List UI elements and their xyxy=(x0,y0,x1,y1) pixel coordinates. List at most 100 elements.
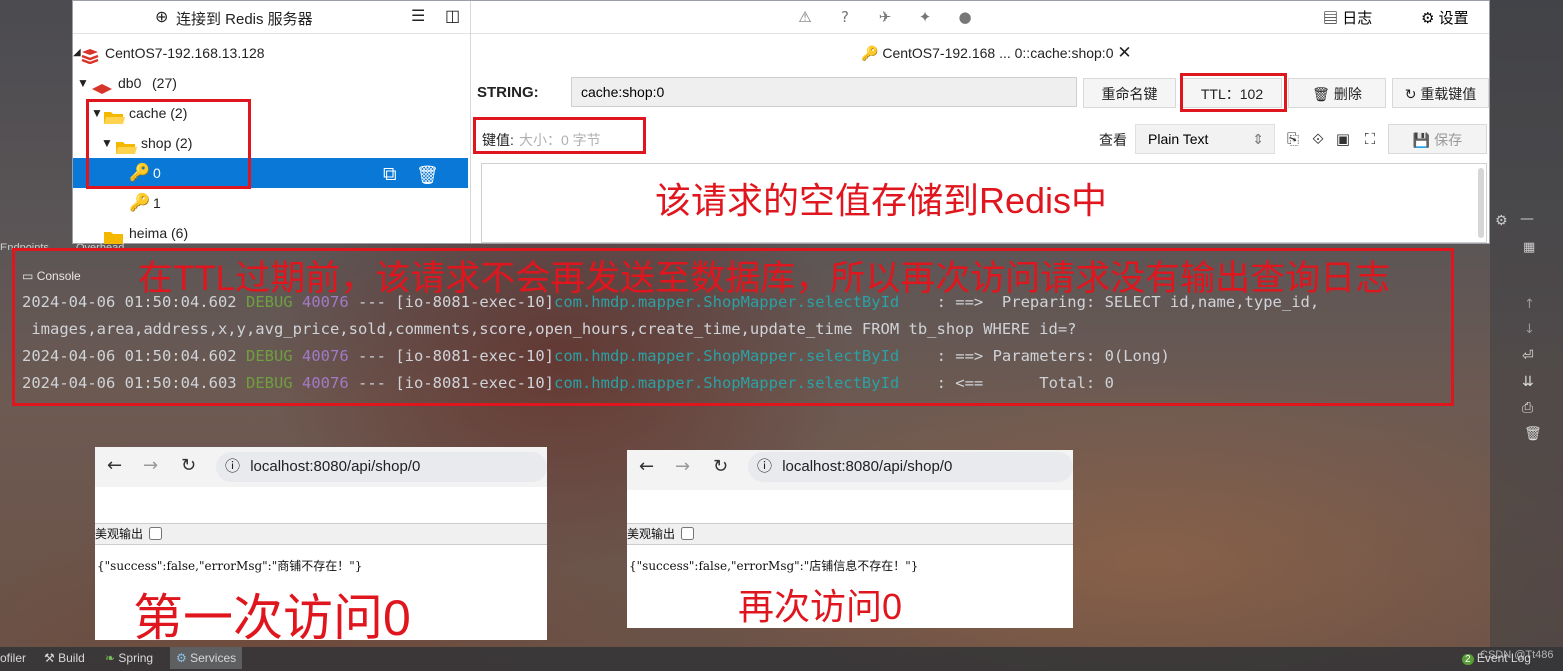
github-icon[interactable]: ● xyxy=(955,7,975,27)
delete-key-icon[interactable]: 🗑 xyxy=(416,160,439,190)
forward-arrow-icon[interactable]: → xyxy=(675,456,690,477)
annotation-redis-note: 该请求的空值存储到Redis中 xyxy=(655,180,1108,221)
key-label: 1 xyxy=(153,195,161,211)
annotation-second-visit: 再次访问0 xyxy=(738,586,903,627)
format-icon[interactable]: ⟐ xyxy=(1308,129,1328,149)
url-text: localhost:8080/api/shop/0 xyxy=(250,458,421,475)
back-arrow-icon[interactable]: ← xyxy=(107,455,122,476)
down-arrow-icon[interactable]: ↓ xyxy=(1524,322,1535,337)
browser-toolbar: ← → ↻ ⓘ localhost:8080/api/shop/0 xyxy=(95,447,547,487)
key-name-value: cache:shop:0 xyxy=(581,84,665,100)
key-name-field[interactable]: cache:shop:0 xyxy=(571,77,1077,107)
close-tab-icon[interactable]: ✕ xyxy=(1117,43,1131,62)
annotation-first-visit: 第一次访问0 xyxy=(133,590,411,646)
server-name: CentOS7-192.168.13.128 xyxy=(105,45,265,61)
help-icon[interactable]: ? xyxy=(835,7,855,27)
connect-server-button[interactable]: 连接到 Redis 服务器 xyxy=(176,8,313,29)
copy-value-icon[interactable]: ⎘ xyxy=(1283,129,1303,149)
clipboard-icon: ▤ xyxy=(1323,10,1339,27)
address-bar[interactable]: ⓘ localhost:8080/api/shop/0 xyxy=(748,452,1073,482)
twitter-icon[interactable]: ✦ xyxy=(915,7,935,27)
settings-button[interactable]: ⚙ 设置 xyxy=(1421,7,1469,28)
trash-icon: 🗑 xyxy=(1312,86,1330,102)
tree-db0[interactable]: ▼ db0 (27) xyxy=(73,68,468,98)
pretty-print-label: 美观输出 xyxy=(627,527,676,541)
watermark: CSDN @Tt486 xyxy=(1480,649,1554,661)
response-json: {"success":false,"errorMsg":"商铺不存在！"} xyxy=(97,559,363,573)
expand-arrow-icon[interactable]: ▼ xyxy=(77,68,89,98)
ide-right-toolbar: ⚙ — ▦ ↑ ↓ ⏎ ⇊ ⎙ 🗑 xyxy=(1490,0,1563,671)
warning-icon[interactable]: ⚠ xyxy=(795,7,815,27)
status-spring-label: Spring xyxy=(118,651,154,665)
pretty-print-checkbox[interactable] xyxy=(148,527,162,540)
log-button[interactable]: ▤ 日志 xyxy=(1323,7,1372,28)
info-icon: ⓘ xyxy=(757,458,773,475)
browser-toolbar: ← → ↻ ⓘ localhost:8080/api/shop/0 xyxy=(627,450,1073,490)
spring-leaf-icon: ❧ xyxy=(105,651,116,665)
tree-folder-heima[interactable]: heima (6) xyxy=(73,218,468,248)
editor-scrollbar[interactable] xyxy=(1478,168,1484,238)
updown-chevron-icon: ⇕ xyxy=(1252,131,1264,147)
address-bar[interactable]: ⓘ localhost:8080/api/shop/0 xyxy=(216,452,547,482)
status-build[interactable]: ⚒ Build xyxy=(44,651,85,665)
status-spring[interactable]: ❧ Spring xyxy=(105,651,153,665)
save-button[interactable]: 💾 保存 xyxy=(1388,124,1487,154)
status-services[interactable]: ⚙ Services xyxy=(170,647,243,669)
view-mode-select[interactable]: Plain Text ⇕ xyxy=(1135,124,1275,154)
copy-key-icon[interactable]: ⧉ xyxy=(383,160,397,190)
pretty-print-label: 美观输出 xyxy=(95,527,144,541)
rename-label: 重命名键 xyxy=(1101,86,1158,102)
view-mode-value: Plain Text xyxy=(1148,131,1209,147)
forward-arrow-icon[interactable]: → xyxy=(143,455,158,476)
minimize-icon[interactable]: — xyxy=(1520,211,1534,227)
settings-gear-icon[interactable]: ⚙ xyxy=(1495,213,1508,229)
reload-icon[interactable]: ↻ xyxy=(713,456,728,477)
redis-stack-icon xyxy=(81,44,99,65)
log-label: 日志 xyxy=(1342,10,1373,27)
pretty-print-bar: 美观输出 xyxy=(95,523,547,545)
key-tab-title: CentOS7-192.168 ... 0::cache:shop:0 xyxy=(882,45,1114,61)
print-icon[interactable]: ⎙ xyxy=(1522,400,1533,416)
settings-label: 设置 xyxy=(1438,10,1469,27)
url-text: localhost:8080/api/shop/0 xyxy=(782,458,953,475)
split-panel-icon[interactable]: ◫ xyxy=(445,6,460,26)
up-arrow-icon[interactable]: ↑ xyxy=(1524,297,1535,312)
soft-wrap-icon[interactable]: ⏎ xyxy=(1522,348,1534,364)
status-profiler[interactable]: ofiler xyxy=(0,651,26,665)
tree-server[interactable]: ◢ CentOS7-192.168.13.128 xyxy=(73,38,468,68)
back-arrow-icon[interactable]: ← xyxy=(639,456,654,477)
save-disk-icon: 💾 xyxy=(1412,132,1431,148)
list-icon[interactable]: ☰ xyxy=(411,6,425,26)
annotation-box-tree xyxy=(86,99,251,189)
binary-icon[interactable]: ▣ xyxy=(1333,129,1353,149)
gear-icon: ⚙ xyxy=(1421,10,1435,27)
annotation-box-value xyxy=(473,117,646,154)
rename-key-button[interactable]: 重命名键 xyxy=(1083,78,1176,108)
reload-button[interactable]: ↻ 重载键值 xyxy=(1392,78,1489,108)
ide-status-bar: ofiler ⚒ Build ❧ Spring ⚙ Services 2 Eve… xyxy=(0,647,1563,671)
trash-icon[interactable]: 🗑 xyxy=(1524,426,1542,442)
event-count-badge: 2 xyxy=(1462,654,1474,665)
pretty-print-bar: 美观输出 xyxy=(627,523,1073,545)
delete-button[interactable]: 🗑 删除 xyxy=(1288,78,1386,108)
folder-label: heima (6) xyxy=(129,225,189,241)
response-json: {"success":false,"errorMsg":"店铺信息不存在！"} xyxy=(629,559,919,573)
key-tab-icon: 🔑 xyxy=(861,45,879,61)
reload-icon[interactable]: ↻ xyxy=(181,455,196,476)
connect-bar: ⊕ 连接到 Redis 服务器 ☰ ◫ xyxy=(73,1,470,34)
layout-icon[interactable]: ▦ xyxy=(1523,240,1535,255)
collapse-arrow-icon[interactable]: ◢ xyxy=(73,38,81,68)
status-build-label: Build xyxy=(58,651,85,665)
scroll-end-icon[interactable]: ⇊ xyxy=(1522,374,1534,390)
top-toolbar: ⚠ ? ✈ ✦ ● ▤ 日志 ⚙ 设置 xyxy=(471,1,1489,34)
fullscreen-icon[interactable]: ⛶ xyxy=(1360,129,1380,149)
view-label: 查看 xyxy=(1099,132,1127,148)
key-tab[interactable]: 🔑 CentOS7-192.168 ... 0::cache:shop:0 ✕ xyxy=(861,43,1132,63)
db-key-count: (27) xyxy=(152,75,177,91)
tree-key-1[interactable]: 🔑 1 xyxy=(73,188,468,218)
add-circle-icon[interactable]: ⊕ xyxy=(155,7,168,27)
telegram-icon[interactable]: ✈ xyxy=(875,7,895,27)
pretty-print-checkbox[interactable] xyxy=(680,527,694,540)
info-icon: ⓘ xyxy=(225,458,241,475)
annotation-console-note: 在TTL过期前，该请求不会再发送至数据库，所以再次访问请求没有输出查询日志 xyxy=(138,259,1391,298)
